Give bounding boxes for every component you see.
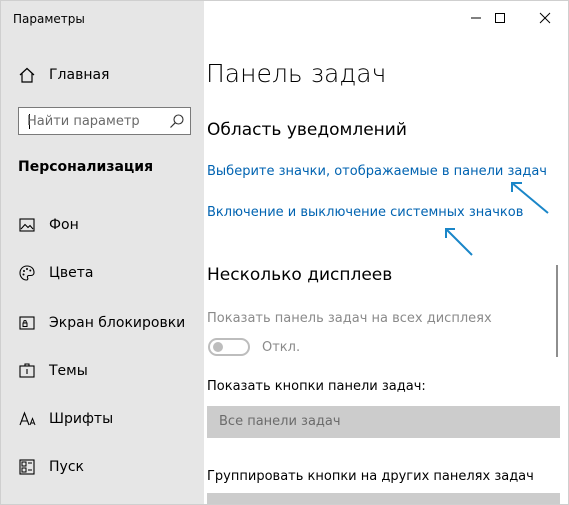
main-content: Панель задач Область уведомлений Выберит… bbox=[204, 1, 568, 504]
home-icon bbox=[17, 65, 37, 85]
scrollbar-thumb[interactable] bbox=[556, 265, 558, 357]
show-taskbar-all-displays-toggle[interactable] bbox=[208, 338, 250, 356]
show-buttons-label: Показать кнопки панели задач: bbox=[207, 379, 426, 394]
sidebar-home-label: Главная bbox=[49, 67, 110, 83]
sidebar-item-lock-screen[interactable]: Экран блокировки bbox=[17, 311, 197, 335]
toggle-knob bbox=[213, 342, 223, 352]
sidebar-item-label: Фон bbox=[49, 217, 79, 233]
start-icon bbox=[17, 457, 37, 477]
notifications-heading: Область уведомлений bbox=[207, 120, 407, 140]
sidebar-item-fonts[interactable]: Шрифты bbox=[17, 407, 197, 431]
page-title: Панель задач bbox=[206, 59, 387, 88]
dropdown-value: Все панели задач bbox=[219, 414, 341, 429]
group-buttons-label: Группировать кнопки на других панелях за… bbox=[207, 469, 534, 484]
sidebar-item-background[interactable]: Фон bbox=[17, 213, 197, 237]
sidebar-item-label: Темы bbox=[49, 363, 88, 379]
toggle-state-label: Откл. bbox=[262, 340, 301, 355]
search-input[interactable] bbox=[27, 108, 167, 134]
sidebar-item-label: Шрифты bbox=[49, 411, 114, 427]
search-box[interactable] bbox=[18, 107, 191, 135]
brush-icon bbox=[17, 361, 37, 381]
maximize-icon bbox=[495, 13, 505, 23]
sidebar-item-label: Экран блокировки bbox=[49, 315, 186, 331]
system-icons-toggle-link[interactable]: Включение и выключение системных значков bbox=[207, 205, 523, 220]
scrollbar[interactable] bbox=[553, 265, 560, 357]
show-buttons-dropdown[interactable]: Все панели задач bbox=[207, 406, 560, 438]
search-icon[interactable] bbox=[169, 113, 185, 129]
section-title: Персонализация bbox=[18, 159, 154, 175]
sidebar-item-label: Цвета bbox=[49, 265, 94, 281]
palette-icon bbox=[17, 263, 37, 283]
sidebar-item-colors[interactable]: Цвета bbox=[17, 261, 197, 285]
sidebar-item-home[interactable]: Главная bbox=[17, 63, 109, 87]
sidebar-item-start[interactable]: Пуск bbox=[17, 455, 197, 479]
sidebar-item-themes[interactable]: Темы bbox=[17, 359, 197, 383]
sidebar: Параметры Главная Персонализация Фон bbox=[1, 1, 204, 504]
lock-screen-icon bbox=[17, 313, 37, 333]
sidebar-item-label: Пуск bbox=[49, 459, 84, 475]
show-taskbar-all-displays-label: Показать панель задач на всех дисплеях bbox=[207, 311, 492, 326]
font-icon bbox=[17, 409, 37, 429]
select-taskbar-icons-link[interactable]: Выберите значки, отображаемые в панели з… bbox=[207, 164, 547, 179]
maximize-button[interactable] bbox=[477, 1, 523, 35]
group-buttons-dropdown[interactable] bbox=[207, 493, 560, 504]
annotation-arrow-icon bbox=[511, 182, 549, 214]
multiple-displays-heading: Несколько дисплеев bbox=[207, 265, 393, 285]
close-icon bbox=[539, 12, 551, 24]
image-icon bbox=[17, 215, 37, 235]
close-button[interactable] bbox=[522, 1, 568, 35]
window-title: Параметры bbox=[13, 12, 85, 26]
settings-window: Параметры Главная Персонализация Фон bbox=[0, 0, 569, 505]
annotation-arrow-icon bbox=[445, 228, 473, 256]
